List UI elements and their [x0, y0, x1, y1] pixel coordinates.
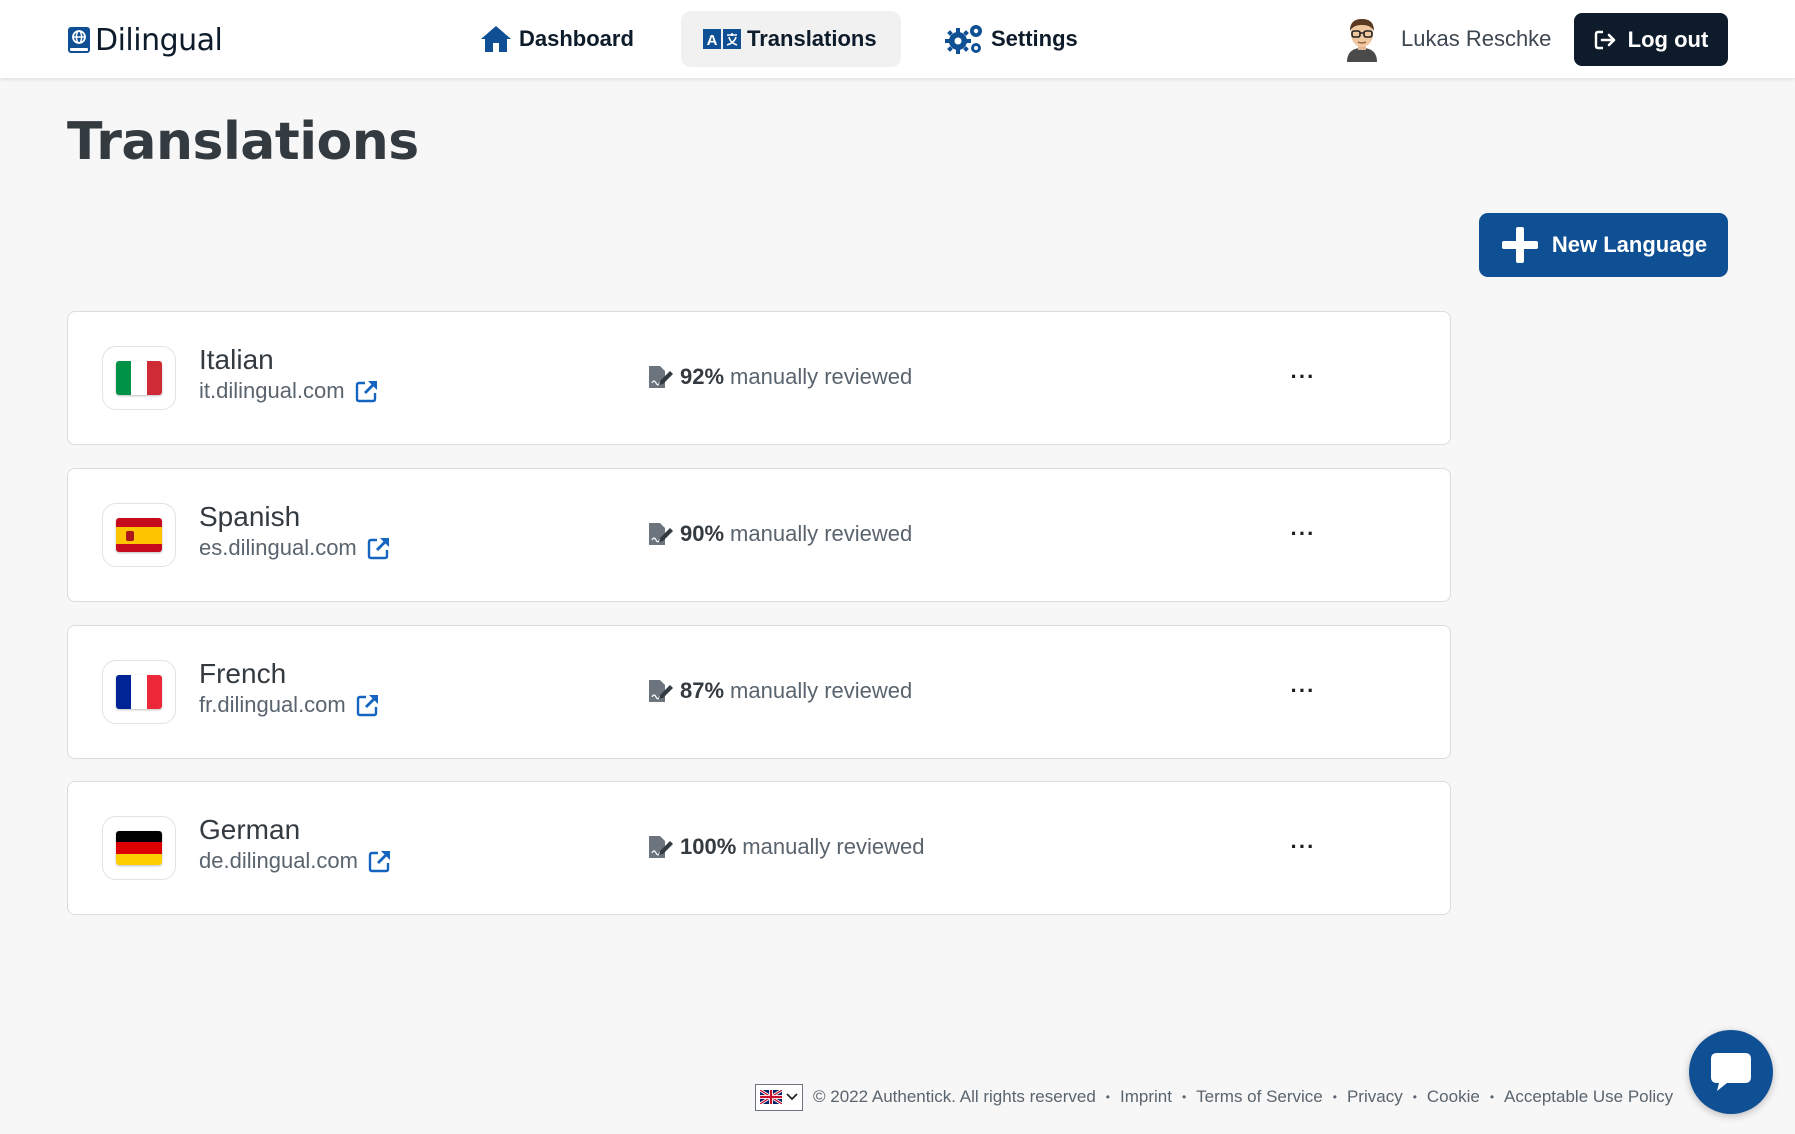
new-language-label: New Language	[1551, 232, 1708, 257]
nav-translations[interactable]: A Translations	[681, 11, 901, 67]
review-percent: 92%	[680, 364, 725, 389]
language-select[interactable]	[755, 1083, 803, 1111]
language-name: French	[199, 658, 287, 689]
germany-flag-icon	[116, 831, 162, 865]
footer-separator: •	[1332, 1090, 1337, 1104]
external-link-icon	[368, 851, 390, 873]
language-domain-link[interactable]: es.dilingual.com	[199, 535, 391, 561]
nav-settings[interactable]: Settings	[923, 11, 1100, 67]
uk-flag-icon	[760, 1090, 782, 1104]
file-signature-icon	[649, 680, 673, 702]
language-domain: es.dilingual.com	[199, 535, 357, 560]
file-signature-icon	[649, 366, 673, 388]
nav-settings-label: Settings	[991, 26, 1078, 51]
footer-separator: •	[1105, 1090, 1110, 1104]
language-name: German	[199, 814, 301, 845]
logout-button[interactable]: Log out	[1574, 13, 1728, 66]
language-domain: it.dilingual.com	[199, 378, 345, 403]
brand-link[interactable]: Dilingual	[67, 20, 223, 60]
france-flag-icon	[116, 675, 162, 709]
flag-germany-box	[102, 816, 176, 880]
review-status: 90% manually reviewed	[648, 521, 912, 547]
external-link-icon	[356, 695, 378, 717]
language-name: Spanish	[199, 501, 301, 532]
language-domain-link[interactable]: de.dilingual.com	[199, 848, 392, 874]
page-title: Translations	[67, 112, 419, 172]
review-status: 92% manually reviewed	[648, 364, 912, 390]
more-options-button[interactable]: ···	[1288, 362, 1318, 392]
footer-separator: •	[1412, 1090, 1417, 1104]
footer-link-terms[interactable]: Terms of Service	[1196, 1087, 1323, 1107]
review-text: manually reviewed	[742, 834, 925, 859]
chat-widget-button[interactable]	[1689, 1030, 1773, 1114]
review-status: 87% manually reviewed	[648, 678, 912, 704]
review-text: manually reviewed	[730, 521, 913, 546]
language-card-french: French fr.dilingual.com 87% manually rev…	[67, 625, 1451, 759]
footer-link-imprint[interactable]: Imprint	[1120, 1087, 1172, 1107]
review-percent: 100%	[680, 834, 737, 859]
footer-link-acceptable-use[interactable]: Acceptable Use Policy	[1504, 1087, 1673, 1107]
nav-translations-label: Translations	[747, 26, 877, 51]
more-options-button[interactable]: ···	[1288, 676, 1318, 706]
external-link-icon	[367, 538, 389, 560]
user-name: Lukas Reschke	[1401, 26, 1552, 51]
language-domain-link[interactable]: fr.dilingual.com	[199, 692, 380, 718]
flag-spain-box	[102, 503, 176, 567]
footer-separator: •	[1489, 1090, 1495, 1104]
spain-flag-icon	[116, 518, 162, 552]
footer-link-cookie[interactable]: Cookie	[1427, 1087, 1480, 1107]
copyright-text: © 2022 Authentick. All rights reserved	[813, 1087, 1096, 1106]
language-card-german: German de.dilingual.com 100% manually re…	[67, 781, 1451, 915]
review-text: manually reviewed	[730, 678, 913, 703]
plus-icon	[1501, 227, 1538, 263]
language-domain-link[interactable]: it.dilingual.com	[199, 378, 379, 404]
svg-text:A: A	[707, 32, 718, 49]
chat-bubble-icon	[1711, 1053, 1751, 1091]
chevron-down-icon	[786, 1093, 798, 1101]
footer-separator: •	[1181, 1090, 1187, 1104]
language-domain: fr.dilingual.com	[199, 692, 346, 717]
flag-italy-box	[102, 346, 176, 410]
home-icon	[481, 26, 511, 52]
language-card-spanish: Spanish es.dilingual.com 90% manually re…	[67, 468, 1451, 602]
flag-france-box	[102, 660, 176, 724]
new-language-button[interactable]: New Language	[1479, 213, 1728, 277]
gears-icon	[945, 25, 982, 54]
translate-icon: A	[703, 29, 741, 49]
file-signature-icon	[649, 523, 673, 545]
review-status: 100% manually reviewed	[648, 834, 924, 860]
book-globe-icon	[68, 27, 90, 53]
review-percent: 87%	[680, 678, 725, 703]
file-signature-icon	[649, 836, 673, 858]
italy-flag-icon	[116, 361, 162, 395]
language-name: Italian	[199, 344, 274, 375]
sign-out-icon	[1594, 30, 1615, 49]
brand-name: Dilingual	[95, 22, 223, 58]
review-percent: 90%	[680, 521, 725, 546]
language-domain: de.dilingual.com	[199, 848, 358, 873]
nav-dashboard[interactable]: Dashboard	[457, 11, 656, 67]
more-options-button[interactable]: ···	[1288, 832, 1318, 862]
external-link-icon	[355, 381, 377, 403]
user-profile[interactable]: Lukas Reschke	[1343, 16, 1551, 62]
avatar	[1347, 19, 1377, 62]
footer: © 2022 Authentick. All rights reserved •…	[755, 1083, 1673, 1111]
nav-dashboard-label: Dashboard	[519, 26, 634, 51]
footer-link-privacy[interactable]: Privacy	[1347, 1087, 1403, 1107]
logout-label: Log out	[1627, 26, 1709, 52]
more-options-button[interactable]: ···	[1288, 519, 1318, 549]
top-navbar: Dilingual Dashboard A Translations Setti…	[0, 0, 1795, 78]
language-card-italian: Italian it.dilingual.com 92% manually re…	[67, 311, 1451, 445]
review-text: manually reviewed	[730, 364, 913, 389]
